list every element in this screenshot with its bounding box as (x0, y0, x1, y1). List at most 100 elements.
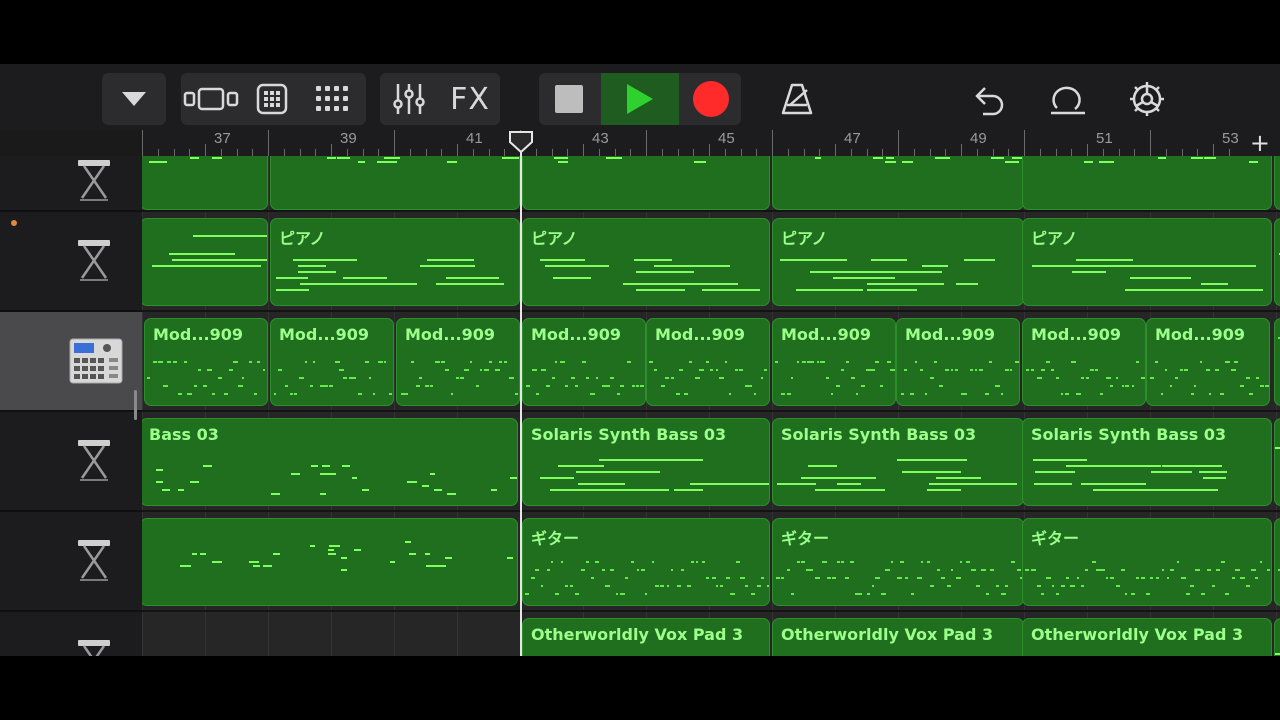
record-button[interactable] (681, 73, 741, 125)
midi-region[interactable] (142, 218, 268, 306)
midi-note (786, 393, 792, 395)
midi-note (1265, 385, 1269, 387)
track-header-keyboard-1[interactable] (0, 156, 142, 212)
midi-region[interactable]: ピアノ (270, 218, 520, 306)
browser-dropdown-button[interactable] (102, 73, 166, 125)
midi-region[interactable] (1274, 418, 1280, 506)
midi-note (751, 593, 756, 595)
add-section-button[interactable]: + (1250, 130, 1270, 156)
metronome-button[interactable] (770, 73, 824, 125)
midi-region[interactable]: Mod...909 (896, 318, 1020, 406)
midi-region[interactable]: ギター (522, 518, 770, 606)
midi-note (298, 265, 326, 267)
track-header-drum-machine[interactable] (0, 312, 142, 420)
midi-region[interactable]: Solaris Synth Bass 03 (1022, 418, 1272, 506)
midi-note (801, 361, 806, 363)
midi-note (910, 393, 914, 395)
midi-note (1051, 585, 1055, 587)
midi-note (919, 369, 924, 371)
midi-region[interactable] (142, 518, 518, 606)
timeline-ruler[interactable]: + 37 39 41 43 45 47 49 51 53 (142, 130, 1280, 156)
midi-region[interactable] (522, 156, 770, 210)
midi-note (867, 289, 905, 291)
midi-note (198, 253, 236, 255)
midi-note (1050, 369, 1055, 371)
midi-note (830, 393, 834, 395)
ruler-tick (252, 149, 253, 156)
playhead[interactable] (520, 131, 522, 656)
playhead-handle-icon[interactable] (508, 130, 534, 154)
midi-region[interactable] (1022, 156, 1272, 210)
midi-note (820, 361, 826, 363)
loop-button[interactable] (1039, 73, 1095, 125)
midi-note (914, 361, 917, 363)
track-header-guitar[interactable] (0, 512, 142, 612)
midi-note (200, 553, 206, 555)
midi-region[interactable]: Mod...909 (396, 318, 520, 406)
midi-note (929, 377, 934, 379)
live-loops-button[interactable] (306, 73, 362, 125)
midi-note (1195, 569, 1200, 571)
midi-region[interactable]: ピアノ (522, 218, 770, 306)
track-header-bass[interactable] (0, 412, 142, 512)
midi-region[interactable]: Solaris Synth Bass 03 (522, 418, 770, 506)
track-lanes[interactable]: ピアノ ピアノ ピアノ ピアノ Mod...909 Mod...909 Mod...909 M… (142, 156, 1280, 656)
midi-note (660, 385, 665, 387)
midi-note (845, 577, 849, 579)
midi-note (362, 489, 370, 491)
midi-note (275, 289, 310, 291)
midi-note (724, 361, 727, 363)
midi-region[interactable]: Mod...909 (270, 318, 394, 406)
midi-region[interactable] (1274, 318, 1280, 406)
play-button[interactable] (601, 73, 679, 125)
midi-region[interactable] (1274, 156, 1280, 210)
midi-region[interactable]: Otherworldly Vox Pad 3 (1022, 618, 1272, 656)
midi-region[interactable]: Mod...909 (522, 318, 646, 406)
midi-note (696, 561, 699, 563)
grid-view-button[interactable] (245, 73, 299, 125)
midi-region[interactable]: ギター (1022, 518, 1272, 606)
stop-button[interactable] (539, 73, 599, 125)
midi-region[interactable] (772, 156, 1024, 210)
ruler-tick (599, 149, 600, 156)
midi-note (626, 361, 632, 363)
midi-region[interactable]: ギター (772, 518, 1024, 606)
ruler-tick (158, 149, 159, 156)
midi-note (415, 385, 421, 387)
midi-note (1225, 361, 1230, 363)
midi-note (950, 369, 953, 371)
undo-button[interactable] (961, 73, 1015, 125)
midi-region[interactable]: Mod...909 (1022, 318, 1146, 406)
midi-note (1220, 561, 1225, 563)
midi-region[interactable]: Mod...909 (1146, 318, 1270, 406)
midi-note (565, 585, 568, 587)
midi-note (1060, 393, 1063, 395)
fx-button[interactable]: FX (440, 73, 500, 125)
midi-region[interactable]: Solaris Synth Bass 03 (772, 418, 1024, 506)
midi-region[interactable] (1274, 518, 1280, 606)
midi-region[interactable]: Mod...909 (646, 318, 770, 406)
midi-note (754, 393, 757, 395)
midi-region[interactable]: Otherworldly Vox Pad 3 (772, 618, 1024, 656)
track-header-pad[interactable] (0, 612, 142, 656)
midi-region[interactable] (1274, 618, 1280, 656)
midi-region[interactable]: Mod...909 (144, 318, 268, 406)
midi-region[interactable]: Otherworldly Vox Pad 3 (522, 618, 770, 656)
mixer-button[interactable] (384, 73, 434, 125)
midi-region[interactable]: Bass 03 (142, 418, 518, 506)
lane-separator (142, 610, 1280, 612)
midi-region[interactable] (142, 156, 268, 210)
midi-region[interactable]: Mod...909 (772, 318, 896, 406)
midi-note (865, 369, 871, 371)
tracks-view-button[interactable] (181, 73, 241, 125)
midi-region[interactable] (270, 156, 520, 210)
midi-region[interactable]: ピアノ (772, 218, 1024, 306)
midi-note (1155, 577, 1159, 579)
track-header-piano[interactable] (0, 212, 142, 312)
region-label: Mod...909 (153, 325, 243, 344)
midi-region[interactable] (1274, 218, 1280, 306)
midi-note (1166, 577, 1170, 579)
midi-region[interactable]: ピアノ (1022, 218, 1272, 306)
midi-note (800, 561, 805, 563)
settings-button[interactable] (1119, 73, 1175, 125)
